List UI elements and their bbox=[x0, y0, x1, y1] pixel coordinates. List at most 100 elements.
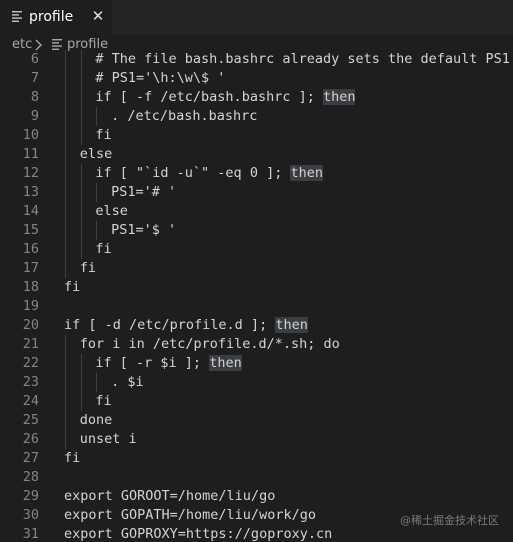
code-line[interactable]: 6 # The file bash.bashrc already sets the… bbox=[0, 50, 513, 69]
code-text-content: if [ -d /etc/profile.d ]; bbox=[64, 317, 276, 333]
line-number: 11 bbox=[22, 146, 39, 162]
line-number: 28 bbox=[22, 469, 39, 485]
code-text-content: fi bbox=[95, 393, 112, 409]
code-text: if [ -f /etc/bash.bashrc ]; then bbox=[95, 88, 356, 107]
code-text: export GOPROXY=https://goproxy.cn bbox=[64, 525, 332, 542]
line-number: 13 bbox=[22, 184, 39, 200]
tab-label: profile bbox=[29, 9, 74, 25]
code-text: export GOROOT=/home/liu/go bbox=[64, 487, 275, 506]
code-line[interactable]: 19 bbox=[0, 297, 513, 316]
code-text-content: export GOPATH=/home/liu/work/go bbox=[64, 507, 316, 523]
code-line[interactable]: 16 fi bbox=[0, 240, 513, 259]
line-number: 16 bbox=[22, 241, 39, 257]
indent-guide bbox=[96, 221, 98, 240]
code-text: fi bbox=[95, 240, 111, 259]
code-line[interactable]: 8 if [ -f /etc/bash.bashrc ]; then bbox=[0, 88, 513, 107]
line-number: 22 bbox=[22, 355, 39, 371]
close-icon[interactable]: ✕ bbox=[90, 8, 106, 24]
indent-guide bbox=[96, 373, 98, 392]
line-number: 31 bbox=[22, 526, 39, 542]
code-line[interactable]: 26 unset i bbox=[0, 430, 513, 449]
indent-guide bbox=[65, 335, 66, 449]
code-line[interactable]: 12 if [ "`id -u`" -eq 0 ]; then bbox=[0, 164, 513, 183]
code-text-content: export GOROOT=/home/liu/go bbox=[64, 488, 276, 504]
code-text: fi bbox=[95, 126, 111, 145]
code-line[interactable]: 17 fi bbox=[0, 259, 513, 278]
editor-window: profile ✕ etc profile 6 # The file bash.b… bbox=[0, 0, 513, 542]
code-text: fi bbox=[64, 449, 80, 468]
code-text: for i in /etc/profile.d/*.sh; do bbox=[80, 335, 340, 354]
code-text: export GOPATH=/home/liu/work/go bbox=[64, 506, 316, 525]
code-text: . $i bbox=[111, 373, 144, 392]
line-number: 27 bbox=[22, 450, 39, 466]
file-lines-icon bbox=[12, 11, 22, 22]
line-number: 18 bbox=[22, 279, 39, 295]
line-number: 19 bbox=[22, 298, 39, 314]
line-number: 10 bbox=[22, 127, 39, 143]
line-number: 24 bbox=[22, 393, 39, 409]
keyword-highlight: then bbox=[322, 89, 356, 105]
code-line[interactable]: 29 export GOROOT=/home/liu/go bbox=[0, 487, 513, 506]
code-text-content: done bbox=[79, 412, 113, 428]
code-text: # PS1='\h:\w\$ ' bbox=[95, 69, 225, 88]
code-line[interactable]: 28 bbox=[0, 468, 513, 487]
code-editor[interactable]: 6 # The file bash.bashrc already sets the… bbox=[0, 50, 513, 542]
tab-bar: profile ✕ bbox=[0, 0, 513, 34]
code-text: unset i bbox=[80, 430, 137, 449]
code-text-content: else bbox=[95, 203, 128, 219]
line-number: 25 bbox=[22, 412, 39, 428]
indent-guide bbox=[96, 183, 98, 202]
code-text-content: else bbox=[79, 146, 113, 162]
code-text: PS1='# ' bbox=[111, 183, 176, 202]
code-line[interactable]: 15 PS1='$ ' bbox=[0, 221, 513, 240]
code-text-content: fi bbox=[79, 260, 96, 276]
code-text-content: fi bbox=[64, 450, 81, 466]
code-line[interactable]: 25 done bbox=[0, 411, 513, 430]
code-text-content: fi bbox=[64, 279, 81, 295]
indent-guide bbox=[65, 50, 66, 278]
code-text: # The file bash.bashrc already sets the … bbox=[95, 50, 513, 69]
code-text: done bbox=[80, 411, 113, 430]
code-line[interactable]: 13 PS1='# ' bbox=[0, 183, 513, 202]
code-text: else bbox=[95, 202, 128, 221]
line-number: 9 bbox=[30, 108, 39, 124]
code-text-content: PS1='$ ' bbox=[111, 222, 177, 238]
code-text: else bbox=[80, 145, 113, 164]
code-text: fi bbox=[64, 278, 80, 297]
indent-guide bbox=[96, 107, 98, 126]
line-number: 20 bbox=[22, 317, 39, 333]
code-line[interactable]: 23 . $i bbox=[0, 373, 513, 392]
code-line[interactable]: 22 if [ -r $i ]; then bbox=[0, 354, 513, 373]
code-text-content: unset i bbox=[79, 431, 137, 447]
line-number: 29 bbox=[22, 488, 39, 504]
line-number: 6 bbox=[30, 51, 39, 67]
code-text-content: . /etc/bash.bashrc bbox=[111, 108, 258, 124]
code-text-content: if [ "`id -u`" -eq 0 ]; bbox=[95, 165, 291, 181]
keyword-highlight: then bbox=[209, 355, 242, 371]
line-number: 15 bbox=[22, 222, 39, 238]
tab-profile[interactable]: profile ✕ bbox=[0, 0, 112, 34]
code-text: fi bbox=[80, 259, 96, 278]
keyword-highlight: then bbox=[290, 165, 323, 181]
code-text: if [ -r $i ]; then bbox=[95, 354, 242, 373]
code-line[interactable]: 9 . /etc/bash.bashrc bbox=[0, 107, 513, 126]
code-line[interactable]: 7 # PS1='\h:\w\$ ' bbox=[0, 69, 513, 88]
code-line[interactable]: 20 if [ -d /etc/profile.d ]; then bbox=[0, 316, 513, 335]
code-line[interactable]: 10 fi bbox=[0, 126, 513, 145]
code-text: PS1='$ ' bbox=[111, 221, 176, 240]
indent-guide bbox=[80, 164, 82, 259]
code-text-content: # PS1='\h:\w\$ ' bbox=[95, 70, 226, 86]
file-lines-icon bbox=[52, 39, 62, 50]
code-line[interactable]: 27 fi bbox=[0, 449, 513, 468]
line-number: 17 bbox=[22, 260, 39, 276]
code-line[interactable]: 11 else bbox=[0, 145, 513, 164]
line-number: 7 bbox=[30, 70, 39, 86]
code-line[interactable]: 21 for i in /etc/profile.d/*.sh; do bbox=[0, 335, 513, 354]
indent-guide bbox=[80, 50, 82, 145]
code-line[interactable]: 24 fi bbox=[0, 392, 513, 411]
code-text: if [ "`id -u`" -eq 0 ]; then bbox=[95, 164, 323, 183]
code-text-content: if [ -f /etc/bash.bashrc ]; bbox=[95, 89, 323, 105]
code-line[interactable]: 18 fi bbox=[0, 278, 513, 297]
line-number: 14 bbox=[22, 203, 39, 219]
code-line[interactable]: 14 else bbox=[0, 202, 513, 221]
